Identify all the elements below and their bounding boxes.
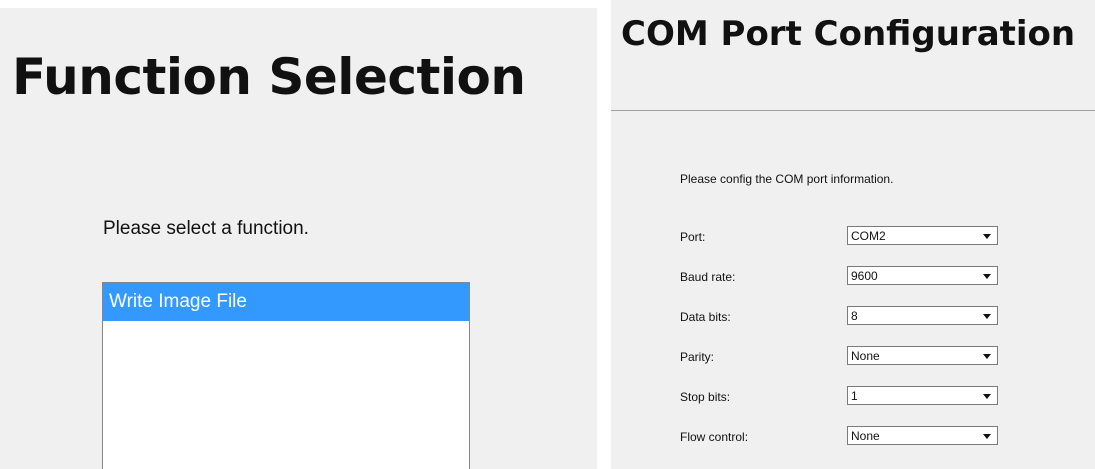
com-port-config-header: COM Port Configuration — [611, 0, 1095, 111]
parity-select-value: None — [851, 349, 880, 363]
function-list-item-write-image-file[interactable]: Write Image File — [103, 283, 469, 321]
data-bits-label: Data bits: — [680, 310, 731, 324]
baud-rate-select[interactable]: 9600 — [847, 266, 998, 285]
com-port-config-body — [611, 111, 1095, 469]
parity-label: Parity: — [680, 350, 715, 364]
flow-control-label: Flow control: — [680, 430, 749, 444]
port-select[interactable]: COM2 — [847, 226, 998, 245]
page-title: Function Selection — [12, 48, 526, 106]
chevron-down-icon — [983, 394, 991, 399]
chevron-down-icon — [983, 354, 991, 359]
chevron-down-icon — [983, 234, 991, 239]
function-prompt: Please select a function. — [103, 218, 309, 239]
function-selection-header: Function Selection — [0, 8, 597, 175]
stop-bits-label: Stop bits: — [680, 390, 731, 404]
flow-control-select-value: None — [851, 429, 880, 443]
port-label: Port: — [680, 230, 706, 244]
com-port-config-panel: COM Port Configuration Please config the… — [611, 0, 1095, 469]
parity-select[interactable]: None — [847, 346, 998, 365]
stop-bits-select-value: 1 — [851, 389, 858, 403]
chevron-down-icon — [983, 434, 991, 439]
data-bits-select[interactable]: 8 — [847, 306, 998, 325]
port-select-value: COM2 — [851, 229, 886, 243]
function-list[interactable]: Write Image File — [102, 282, 470, 469]
data-bits-select-value: 8 — [851, 309, 858, 323]
flow-control-select[interactable]: None — [847, 426, 998, 445]
com-config-prompt: Please config the COM port information. — [680, 172, 894, 186]
baud-rate-select-value: 9600 — [851, 269, 878, 283]
stop-bits-select[interactable]: 1 — [847, 386, 998, 405]
function-selection-panel: Function Selection Please select a funct… — [0, 0, 597, 469]
chevron-down-icon — [983, 314, 991, 319]
chevron-down-icon — [983, 274, 991, 279]
page-title: COM Port Configuration — [621, 14, 1076, 54]
baud-rate-label: Baud rate: — [680, 270, 736, 284]
